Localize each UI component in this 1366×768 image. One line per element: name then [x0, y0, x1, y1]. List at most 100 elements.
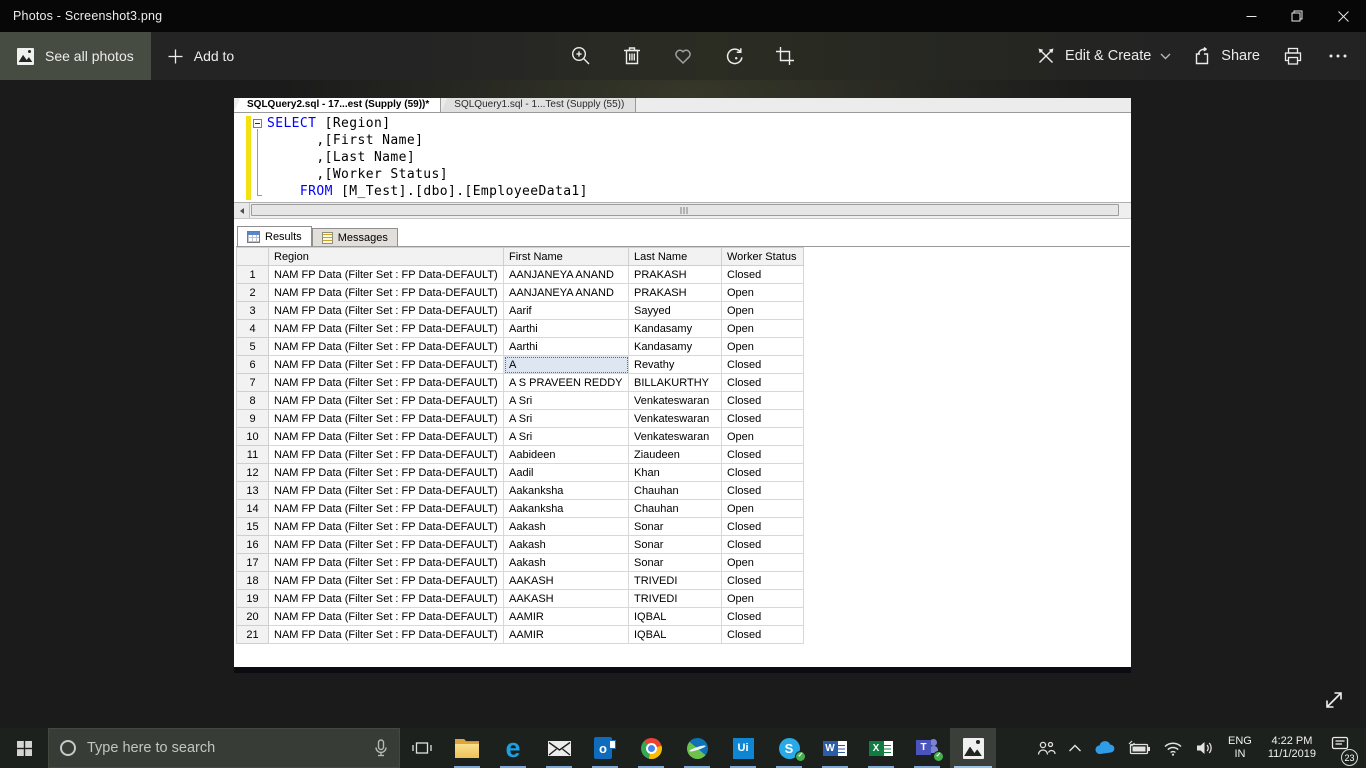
selected-cell: A: [504, 356, 629, 374]
cell: Closed: [722, 410, 804, 428]
crop-button[interactable]: [773, 44, 797, 68]
results-grid: RegionFirst NameLast NameWorker Status1N…: [236, 246, 1130, 667]
taskbar-app-mail[interactable]: [536, 728, 582, 768]
edge-icon: e: [505, 736, 520, 760]
tray-overflow-button[interactable]: [1062, 728, 1088, 768]
clock[interactable]: 4:22 PM 11/1/2019: [1259, 735, 1325, 761]
table-row: 4NAM FP Data (Filter Set : FP Data-DEFAU…: [237, 320, 804, 338]
zoom-button[interactable]: [569, 44, 593, 68]
people-button[interactable]: [1030, 728, 1062, 768]
taskbar-app-uipath[interactable]: Ui: [720, 728, 766, 768]
cell: Aarif: [504, 302, 629, 320]
cell: IQBAL: [629, 608, 722, 626]
cell: NAM FP Data (Filter Set : FP Data-DEFAUL…: [269, 410, 504, 428]
taskbar-app-outlook[interactable]: o: [582, 728, 628, 768]
cell: Closed: [722, 536, 804, 554]
taskbar-app-webex[interactable]: [674, 728, 720, 768]
cell: AAKASH: [504, 590, 629, 608]
cell: A Sri: [504, 410, 629, 428]
cell: Closed: [722, 518, 804, 536]
cell: Revathy: [629, 356, 722, 374]
cell: Closed: [722, 392, 804, 410]
cell: AAMIR: [504, 608, 629, 626]
microphone-icon[interactable]: [374, 739, 388, 758]
table-row: 19NAM FP Data (Filter Set : FP Data-DEFA…: [237, 590, 804, 608]
table-row: 17NAM FP Data (Filter Set : FP Data-DEFA…: [237, 554, 804, 572]
cell: Open: [722, 500, 804, 518]
column-header: First Name: [504, 248, 629, 266]
minimize-icon: [1246, 11, 1257, 22]
share-button[interactable]: Share: [1192, 46, 1260, 66]
cell: Venkateswaran: [629, 392, 722, 410]
see-more-button[interactable]: [1326, 44, 1350, 68]
minimize-button[interactable]: [1228, 0, 1274, 32]
taskbar-app-skype[interactable]: S ✓: [766, 728, 812, 768]
taskbar-app-teams[interactable]: T ✓: [904, 728, 950, 768]
cell: NAM FP Data (Filter Set : FP Data-DEFAUL…: [269, 500, 504, 518]
start-button[interactable]: [0, 728, 48, 768]
taskbar-app-photos[interactable]: [950, 728, 996, 768]
cell: PRAKASH: [629, 266, 722, 284]
cell: Aadil: [504, 464, 629, 482]
taskbar-app-file-explorer[interactable]: [444, 728, 490, 768]
cell: Chauhan: [629, 482, 722, 500]
task-view-button[interactable]: [400, 728, 444, 768]
table-row: 2NAM FP Data (Filter Set : FP Data-DEFAU…: [237, 284, 804, 302]
search-box[interactable]: Type here to search: [48, 728, 400, 768]
photo-screenshot[interactable]: SQLQuery2.sql - 17...est (Supply (59))*S…: [234, 98, 1131, 673]
restore-button[interactable]: [1274, 0, 1320, 32]
delete-icon: [621, 45, 643, 67]
table-row: 5NAM FP Data (Filter Set : FP Data-DEFAU…: [237, 338, 804, 356]
results-tab-label: Results: [265, 231, 302, 243]
action-center-button[interactable]: 23: [1325, 728, 1360, 768]
print-button[interactable]: [1281, 44, 1305, 68]
onedrive-button[interactable]: [1088, 728, 1122, 768]
cell: Open: [722, 284, 804, 302]
taskbar-app-chrome[interactable]: [628, 728, 674, 768]
table-row: 16NAM FP Data (Filter Set : FP Data-DEFA…: [237, 536, 804, 554]
taskbar-app-excel[interactable]: X: [858, 728, 904, 768]
rotate-button[interactable]: [722, 44, 746, 68]
cell: NAM FP Data (Filter Set : FP Data-DEFAUL…: [269, 482, 504, 500]
table-row: 11NAM FP Data (Filter Set : FP Data-DEFA…: [237, 446, 804, 464]
window-title: Photos - Screenshot3.png: [13, 9, 162, 23]
fullscreen-button[interactable]: [1322, 688, 1346, 712]
cell: A Sri: [504, 392, 629, 410]
taskbar-app-word[interactable]: W: [812, 728, 858, 768]
tab-results: Results: [237, 226, 312, 246]
battery-button[interactable]: [1122, 728, 1157, 768]
favorite-button[interactable]: [671, 44, 695, 68]
delete-button[interactable]: [620, 44, 644, 68]
close-button[interactable]: [1320, 0, 1366, 32]
row-number: 5: [237, 338, 269, 356]
cell: Sonar: [629, 554, 722, 572]
webex-icon: [687, 738, 708, 759]
taskbar-app-edge[interactable]: e: [490, 728, 536, 768]
results-grid-icon: [247, 231, 260, 243]
language-indicator[interactable]: ENG IN: [1221, 735, 1259, 761]
edit-create-button[interactable]: Edit & Create: [1036, 46, 1171, 66]
cell: TRIVEDI: [629, 590, 722, 608]
cell: NAM FP Data (Filter Set : FP Data-DEFAUL…: [269, 518, 504, 536]
cell: A Sri: [504, 428, 629, 446]
row-number: 3: [237, 302, 269, 320]
date-label: 11/1/2019: [1268, 748, 1316, 761]
outlook-icon: o: [594, 737, 616, 759]
add-to-label: Add to: [194, 48, 234, 64]
row-number: 19: [237, 590, 269, 608]
cell: Chauhan: [629, 500, 722, 518]
volume-button[interactable]: [1189, 728, 1221, 768]
plus-icon: [168, 49, 183, 64]
table-row: 9NAM FP Data (Filter Set : FP Data-DEFAU…: [237, 410, 804, 428]
add-to-button[interactable]: Add to: [151, 32, 251, 80]
network-button[interactable]: [1157, 728, 1189, 768]
table-row: 7NAM FP Data (Filter Set : FP Data-DEFAU…: [237, 374, 804, 392]
cell: Closed: [722, 356, 804, 374]
see-all-photos-button[interactable]: See all photos: [0, 32, 151, 80]
cell: PRAKASH: [629, 284, 722, 302]
table-row: 14NAM FP Data (Filter Set : FP Data-DEFA…: [237, 500, 804, 518]
row-number: 18: [237, 572, 269, 590]
cell: Aarthi: [504, 320, 629, 338]
search-placeholder: Type here to search: [87, 740, 363, 756]
taskbar: Type here to search e: [0, 728, 1366, 768]
